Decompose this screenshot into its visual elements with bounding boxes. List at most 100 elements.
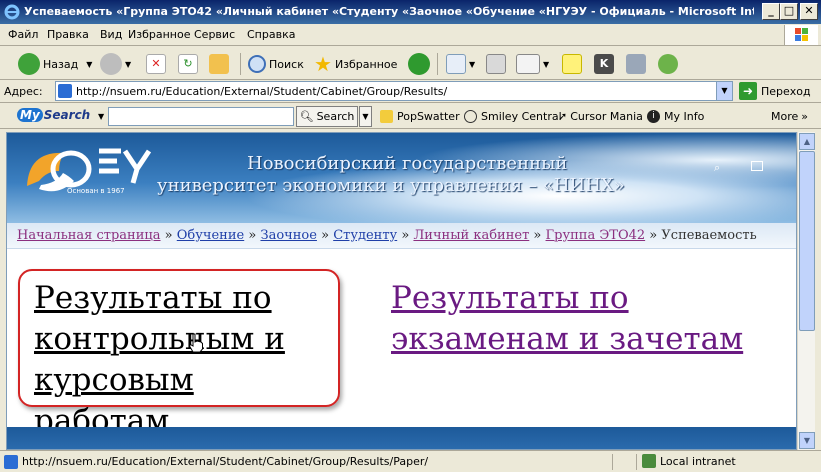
maximize-button[interactable]: □ xyxy=(780,3,798,20)
internet-explorer-icon xyxy=(4,4,20,20)
search-button[interactable]: Поиск xyxy=(248,51,304,77)
close-button[interactable]: ✕ xyxy=(800,3,818,20)
smiley-central-label: Smiley Central xyxy=(481,110,562,123)
stop-icon: ✕ xyxy=(146,54,166,74)
address-url: http://nsuem.ru/Education/External/Stude… xyxy=(76,85,448,98)
mysearch-my: My xyxy=(17,108,43,122)
my-info-button[interactable]: i My Info xyxy=(647,110,704,123)
mysearch-logo[interactable]: My Search xyxy=(17,108,90,122)
coursework-results-link[interactable]: Результаты по контрольным и курсовым раб… xyxy=(34,278,338,442)
breadcrumb-current: Успеваемость xyxy=(661,228,757,243)
page-viewport: Основан в 1967 Новосибирский государстве… xyxy=(6,132,797,450)
breadcrumb-group[interactable]: Группа ЭТО42 xyxy=(546,228,646,243)
back-arrow-icon xyxy=(18,53,40,75)
more-label: More xyxy=(771,110,799,123)
address-label: Адрес: xyxy=(4,85,43,98)
stop-button[interactable]: ✕ xyxy=(146,51,166,77)
breadcrumb-cabinet[interactable]: Личный кабинет xyxy=(413,228,529,243)
forward-arrow-icon xyxy=(100,53,122,75)
smiley-central-button[interactable]: Smiley Central xyxy=(464,110,562,123)
security-zone: Local intranet xyxy=(642,454,736,468)
sitemap-icon[interactable]: ⌕ xyxy=(714,161,726,174)
mysearch-input[interactable] xyxy=(108,107,294,126)
breadcrumb-separator: » xyxy=(321,228,330,243)
mail-icon[interactable] xyxy=(751,161,763,171)
menu-file[interactable]: Файл xyxy=(8,28,38,41)
mysearch-search-button[interactable]: 🔍︎ Search xyxy=(296,106,358,127)
refresh-button[interactable]: ↻ xyxy=(178,51,198,77)
status-text: http://nsuem.ru/Education/External/Stude… xyxy=(22,455,429,468)
history-icon xyxy=(408,53,430,75)
cursor-mania-label: Cursor Mania xyxy=(570,110,643,123)
popswatter-button[interactable]: PopSwatter xyxy=(380,110,460,123)
address-dropdown-icon[interactable]: ▼ xyxy=(716,82,732,100)
books-icon xyxy=(626,54,646,74)
cursor-mania-button[interactable]: ➚ Cursor Mania xyxy=(558,110,643,123)
more-button[interactable]: More» xyxy=(771,110,808,123)
toolbar-separator xyxy=(437,53,438,75)
university-name-line1: Новосибирский государственный xyxy=(247,153,568,174)
breadcrumb-student[interactable]: Студенту xyxy=(333,228,397,243)
menu-edit[interactable]: Правка xyxy=(47,28,89,41)
edit-page-icon xyxy=(516,54,540,74)
mail-button[interactable]: ▼ xyxy=(446,51,475,77)
back-button[interactable]: Назад ▼ xyxy=(18,51,92,77)
chevron-down-icon: ▼ xyxy=(543,59,550,69)
cursor-arrow-icon: ➚ xyxy=(558,110,568,123)
mail-icon xyxy=(446,54,466,74)
breadcrumb-education[interactable]: Обучение xyxy=(177,228,244,243)
zone-label: Local intranet xyxy=(660,454,736,468)
back-label: Назад xyxy=(43,57,79,71)
chevron-down-icon[interactable]: ▼ xyxy=(98,112,104,121)
breadcrumb-separator: » xyxy=(248,228,257,243)
edit-button[interactable]: ▼ xyxy=(516,51,549,77)
forward-button[interactable]: ▼ xyxy=(100,51,131,77)
discuss-button[interactable] xyxy=(562,51,582,77)
history-button[interactable] xyxy=(408,51,433,77)
print-button[interactable] xyxy=(486,51,506,77)
chevron-down-icon: ▼ xyxy=(469,59,476,69)
status-divider xyxy=(636,454,637,470)
vertical-scrollbar[interactable]: ▲ ▼ xyxy=(797,132,815,450)
messenger-icon xyxy=(658,54,678,74)
breadcrumb-separator: » xyxy=(649,228,658,243)
go-arrow-icon: ➜ xyxy=(739,82,757,100)
page-icon xyxy=(58,84,72,98)
intranet-zone-icon xyxy=(642,454,656,468)
popswatter-icon xyxy=(380,110,393,123)
research-button[interactable]: K xyxy=(594,51,614,77)
go-button[interactable]: ➜ Переход xyxy=(739,82,811,100)
k-icon: K xyxy=(594,54,614,74)
messenger-button[interactable] xyxy=(658,51,678,77)
breadcrumb-home[interactable]: Начальная страница xyxy=(17,228,161,243)
info-icon: i xyxy=(647,110,660,123)
window-titlebar[interactable]: Успеваемость «Группа ЭТО42 «Личный кабин… xyxy=(0,0,821,24)
double-chevron-icon: » xyxy=(801,110,809,123)
university-name-line2: университет экономики и управления – «НИ… xyxy=(157,175,625,196)
windows-logo-icon xyxy=(784,25,818,45)
star-icon: ★ xyxy=(314,52,332,76)
minimize-button[interactable]: _ xyxy=(762,3,780,20)
menu-view[interactable]: Вид xyxy=(100,28,122,41)
menu-bar: Файл Правка Вид Избранное Сервис Справка xyxy=(0,24,821,46)
menu-help[interactable]: Справка xyxy=(247,28,295,41)
favorites-button[interactable]: ★ Избранное xyxy=(314,51,397,77)
scroll-down-icon[interactable]: ▼ xyxy=(799,432,815,449)
address-input[interactable]: http://nsuem.ru/Education/External/Stude… xyxy=(55,81,733,101)
menu-tools[interactable]: Сервис xyxy=(194,28,235,41)
go-label: Переход xyxy=(761,84,811,98)
window-title: Успеваемость «Группа ЭТО42 «Личный кабин… xyxy=(24,5,754,18)
scroll-thumb[interactable] xyxy=(799,151,815,331)
mysearch-word: Search xyxy=(43,108,91,122)
breadcrumb-extramural[interactable]: Заочное xyxy=(260,228,316,243)
home-button[interactable] xyxy=(209,51,229,77)
search-icon: 🔍︎ xyxy=(299,110,314,123)
scroll-up-icon[interactable]: ▲ xyxy=(799,133,815,150)
search-options-dropdown[interactable]: ▼ xyxy=(359,106,372,127)
search-icon xyxy=(248,55,266,73)
search-label: Поиск xyxy=(269,57,304,71)
menu-favorites[interactable]: Избранное xyxy=(128,28,190,41)
breadcrumb-separator: » xyxy=(164,228,173,243)
exam-results-link[interactable]: Результаты по экзаменам и зачетам xyxy=(391,278,751,360)
messenger-tool-button[interactable] xyxy=(626,51,646,77)
